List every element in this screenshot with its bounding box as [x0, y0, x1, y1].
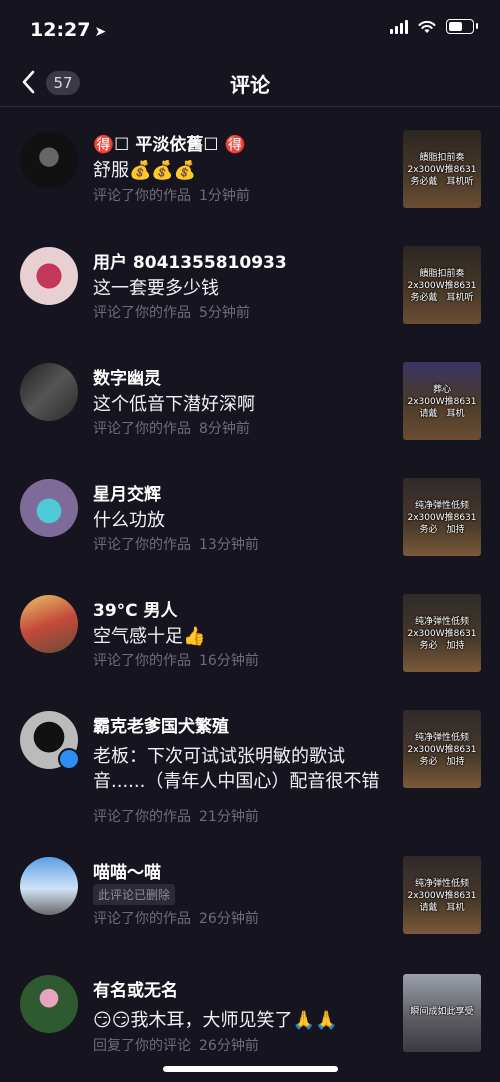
comment-meta: 回复了你的评论 26分钟前 — [93, 1038, 259, 1054]
avatar[interactable] — [20, 479, 78, 537]
comment-text: 舒服💰💰💰 — [93, 160, 197, 181]
video-thumbnail[interactable]: 纯净弹性低频 2x300W推8631 请戴 耳机 — [403, 856, 481, 934]
page-title: 评论 — [230, 73, 270, 97]
avatar[interactable] — [20, 247, 78, 305]
comment-meta: 评论了你的作品 16分钟前 — [93, 653, 259, 669]
notification-item[interactable]: 39°C 男人 空气感十足👍 评论了你的作品 16分钟前 纯净弹性低频 2x300… — [0, 570, 500, 686]
comment-text: 老板：下次可试试张明敏的歌试音......（青年人中国心）配音很不错 — [93, 746, 380, 792]
status-time: 12:27 ➤ — [30, 19, 107, 41]
notification-item[interactable]: 有名或无名 😏😏我木耳，大师见笑了🙏🙏 回复了你的评论 26分钟前 瞬间成如此享受 — [0, 950, 500, 1070]
thumbnail-caption: 饋脂扣前奏 2x300W推8631 务必戴 耳机听 — [407, 269, 477, 303]
home-indicator[interactable] — [163, 1066, 338, 1072]
notification-item[interactable]: 用户 8041355810933 这一套要多少钱 评论了你的作品 5分钟前 饋脂扣… — [0, 222, 500, 338]
location-arrow-icon: ➤ — [94, 24, 107, 40]
avatar[interactable] — [20, 131, 78, 189]
deleted-comment-label: 此评论已删除 — [93, 884, 176, 905]
user-name[interactable]: 39°C 男人 — [93, 596, 178, 621]
video-thumbnail[interactable]: 纯净弹性低频 2x300W推8631 务必 加持 — [403, 594, 481, 672]
comment-text: 什么功放 — [93, 510, 165, 531]
status-bar: 12:27 ➤ — [0, 0, 500, 58]
user-name[interactable]: 星月交辉 — [93, 480, 161, 505]
user-name[interactable]: 用户 8041355810933 — [93, 248, 287, 273]
thumbnail-caption: 纯净弹性低频 2x300W推8631 务必 加持 — [407, 617, 477, 651]
user-name[interactable]: 🉐☐ 平淡依舊☐ 🉐 — [93, 130, 246, 155]
verified-badge-icon — [58, 748, 80, 770]
video-thumbnail[interactable]: 纯净弹性低频 2x300W推8631 务必 加持 — [403, 478, 481, 556]
thumbnail-caption: 饋脂扣前奏 2x300W推8631 务必戴 耳机听 — [407, 153, 477, 187]
thumbnail-caption: 纯净弹性低频 2x300W推8631 务必 加持 — [407, 501, 477, 535]
comment-meta: 评论了你的作品 13分钟前 — [93, 537, 259, 553]
thumbnail-caption: 纯净弹性低频 2x300W推8631 请戴 耳机 — [407, 879, 477, 913]
thumbnail-caption: 葬心 2x300W推8631 请戴 耳机 — [407, 385, 477, 419]
avatar[interactable] — [20, 595, 78, 653]
comment-text: 空气感十足👍 — [93, 626, 206, 647]
comment-text: 😏😏我木耳，大师见笑了🙏🙏 — [93, 1010, 338, 1031]
user-name[interactable]: 霸克老爹国犬繁殖 — [93, 712, 229, 737]
notification-item[interactable]: 星月交辉 什么功放 评论了你的作品 13分钟前 纯净弹性低频 2x300W推863… — [0, 454, 500, 570]
comment-meta: 评论了你的作品 5分钟前 — [93, 305, 250, 321]
comment-meta: 评论了你的作品 1分钟前 — [93, 188, 250, 204]
wifi-icon — [418, 20, 436, 33]
notification-item[interactable]: 霸克老爹国犬繁殖 老板：下次可试试张明敏的歌试音......（青年人中国心）配音… — [0, 686, 500, 832]
avatar[interactable] — [20, 363, 78, 421]
video-thumbnail[interactable]: 纯净弹性低频 2x300W推8631 务必 加持 — [403, 710, 481, 788]
comment-meta: 评论了你的作品 21分钟前 — [93, 809, 259, 825]
battery-icon — [446, 19, 478, 34]
comment-meta: 评论了你的作品 26分钟前 — [93, 911, 259, 927]
video-thumbnail[interactable]: 瞬间成如此享受 — [403, 974, 481, 1052]
video-thumbnail[interactable]: 饋脂扣前奏 2x300W推8631 务必戴 耳机听 — [403, 130, 481, 208]
notification-item[interactable]: 喵喵～喵 此评论已删除 评论了你的作品 26分钟前 纯净弹性低频 2x300W推8… — [0, 832, 500, 950]
user-name[interactable]: 喵喵～喵 — [93, 858, 161, 883]
thumbnail-caption: 瞬间成如此享受 — [410, 1007, 474, 1017]
notification-item[interactable]: 🉐☐ 平淡依舊☐ 🉐 舒服💰💰💰 评论了你的作品 1分钟前 饋脂扣前奏 2x300… — [0, 106, 500, 222]
video-thumbnail[interactable]: 饋脂扣前奏 2x300W推8631 务必戴 耳机听 — [403, 246, 481, 324]
comment-text: 这一套要多少钱 — [93, 278, 219, 299]
user-name[interactable]: 有名或无名 — [93, 976, 178, 1001]
video-thumbnail[interactable]: 葬心 2x300W推8631 请戴 耳机 — [403, 362, 481, 440]
cellular-signal-icon — [390, 19, 408, 34]
avatar[interactable] — [20, 975, 78, 1033]
nav-bar: 57 评论 — [0, 58, 500, 107]
comment-meta: 评论了你的作品 8分钟前 — [93, 421, 250, 437]
notification-item[interactable]: 数字幽灵 这个低音下潜好深啊 评论了你的作品 8分钟前 葬心 2x300W推863… — [0, 338, 500, 454]
avatar[interactable] — [20, 857, 78, 915]
comment-text: 这个低音下潜好深啊 — [93, 394, 255, 415]
thumbnail-caption: 纯净弹性低频 2x300W推8631 务必 加持 — [407, 733, 477, 767]
user-name[interactable]: 数字幽灵 — [93, 364, 161, 389]
